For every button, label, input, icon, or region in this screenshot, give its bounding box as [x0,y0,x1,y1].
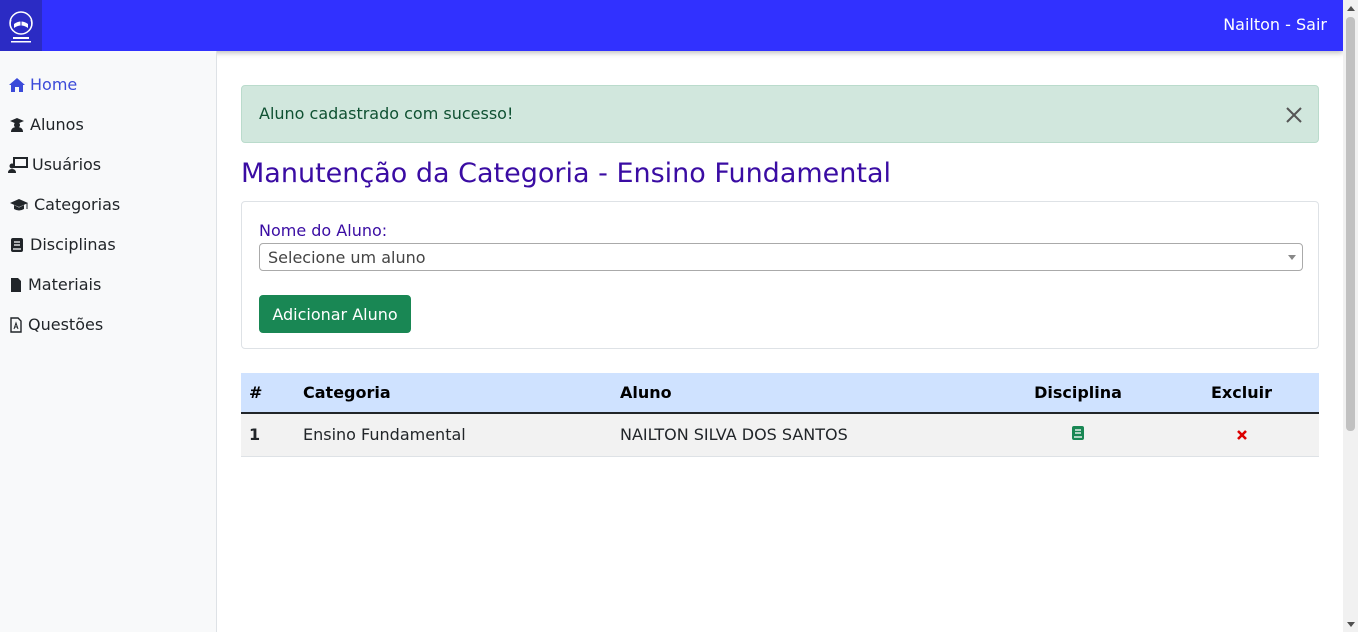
sidebar-item-label: Categorias [34,195,121,214]
row-number: 1 [241,413,295,457]
column-header-num: # [241,373,295,414]
chalkboard-user-icon [8,156,28,173]
sidebar-item-materiais[interactable]: Materiais [8,275,101,294]
row-disciplina-cell [992,413,1164,457]
scroll-up-icon[interactable] [1343,0,1358,15]
sidebar-item-questoes[interactable]: Questões [8,315,103,334]
sidebar-item-label: Materiais [28,275,102,294]
column-header-disciplina: Disciplina [992,373,1164,414]
column-header-aluno: Aluno [612,373,992,414]
sidebar-item-categorias[interactable]: Categorias [8,195,120,214]
student-icon [8,117,26,133]
scroll-down-icon[interactable] [1343,617,1358,632]
sidebar-item-alunos[interactable]: Alunos [8,115,84,134]
row-excluir-cell [1164,413,1319,457]
logo-emblem-icon [9,10,33,42]
student-select[interactable]: Selecione um aluno [259,243,1303,271]
delete-icon[interactable] [1236,426,1248,445]
page-title: Manutenção da Categoria - Ensino Fundame… [241,158,892,189]
scrollbar-thumb[interactable] [1346,17,1355,431]
file-icon [8,277,24,293]
file-pdf-icon [8,316,24,333]
sidebar-item-label: Home [30,75,78,94]
sidebar-item-label: Usuários [32,155,102,174]
sidebar-item-label: Questões [28,315,104,334]
sidebar-item-home[interactable]: Home [8,75,77,94]
table-header-row: # Categoria Aluno Disciplina Excluir [241,373,1319,414]
logout-link[interactable]: Nailton - Sair [1223,15,1327,34]
add-student-form: Nome do Aluno: Selecione um aluno Adicio… [241,201,1319,349]
sidebar-item-label: Alunos [30,115,84,134]
close-icon[interactable] [1284,105,1304,125]
students-table: # Categoria Aluno Disciplina Excluir 1 E… [241,373,1319,457]
success-alert: Aluno cadastrado com sucesso! [241,85,1319,143]
graduation-cap-icon [8,197,30,213]
app-logo[interactable] [0,0,42,51]
table-row: 1 Ensino Fundamental NAILTON SILVA DOS S… [241,413,1319,457]
book-icon [8,237,26,253]
sidebar: Home Alunos Usuários Categorias Discipli… [0,51,217,632]
add-student-button[interactable]: Adicionar Aluno [259,295,411,333]
book-icon[interactable] [1071,425,1085,445]
row-aluno: NAILTON SILVA DOS SANTOS [612,413,992,457]
home-icon [8,77,26,93]
column-header-excluir: Excluir [1164,373,1319,414]
student-name-label: Nome do Aluno: [259,221,388,240]
column-header-categoria: Categoria [295,373,612,414]
student-select-value: Selecione um aluno [268,248,426,267]
sidebar-item-label: Disciplinas [30,235,116,254]
top-navbar: Nailton - Sair [0,0,1343,51]
page-scrollbar[interactable] [1343,0,1358,632]
sidebar-item-usuarios[interactable]: Usuários [8,155,101,174]
sidebar-item-disciplinas[interactable]: Disciplinas [8,235,116,254]
chevron-down-icon [1288,255,1296,260]
alert-message: Aluno cadastrado com sucesso! [259,104,514,123]
row-categoria: Ensino Fundamental [295,413,612,457]
